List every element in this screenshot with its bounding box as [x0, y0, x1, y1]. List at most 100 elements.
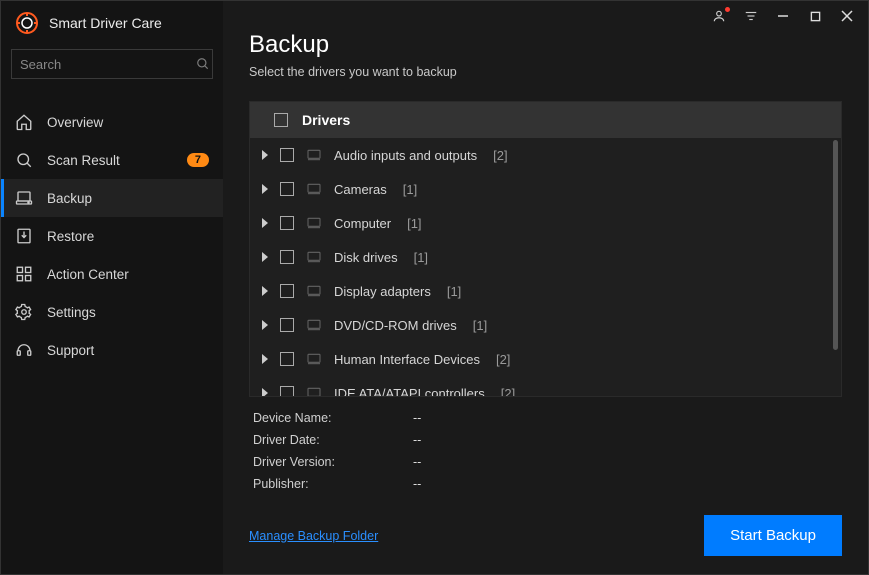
driver-category-row[interactable]: Display adapters[1]: [250, 274, 841, 308]
detail-value: --: [413, 455, 421, 469]
driver-list-body: Audio inputs and outputs[2]Cameras[1]Com…: [250, 138, 841, 396]
category-name: Display adapters: [334, 284, 431, 299]
expand-caret-icon[interactable]: [262, 354, 268, 364]
detail-row: Device Name:--: [253, 411, 838, 425]
category-count: [1]: [403, 182, 417, 197]
device-category-icon: [306, 385, 322, 396]
sidebar-item-label: Settings: [47, 305, 96, 320]
detail-row: Publisher:--: [253, 477, 838, 491]
maximize-button[interactable]: [806, 7, 824, 25]
driver-list-header: Drivers: [250, 102, 841, 138]
expand-caret-icon[interactable]: [262, 184, 268, 194]
category-checkbox[interactable]: [280, 250, 294, 264]
search-field[interactable]: [20, 57, 196, 72]
expand-caret-icon[interactable]: [262, 286, 268, 296]
footer: Manage Backup Folder Start Backup: [249, 515, 842, 556]
detail-row: Driver Version:--: [253, 455, 838, 469]
search-input[interactable]: [11, 49, 213, 79]
nav-icon: [15, 189, 33, 207]
expand-caret-icon[interactable]: [262, 150, 268, 160]
category-checkbox[interactable]: [280, 318, 294, 332]
manage-backup-folder-link[interactable]: Manage Backup Folder: [249, 529, 378, 543]
sidebar-item-restore[interactable]: Restore: [1, 217, 223, 255]
expand-caret-icon[interactable]: [262, 388, 268, 396]
nav-icon: [15, 303, 33, 321]
driver-category-row[interactable]: Computer [1]: [250, 206, 841, 240]
device-category-icon: [306, 351, 322, 367]
category-count: [1]: [407, 216, 421, 231]
app-logo-icon: [15, 11, 39, 35]
category-checkbox[interactable]: [280, 386, 294, 396]
main-content: Backup Select the drivers you want to ba…: [223, 1, 868, 574]
category-checkbox[interactable]: [280, 148, 294, 162]
sidebar-item-label: Scan Result: [47, 153, 120, 168]
driver-category-row[interactable]: Disk drives[1]: [250, 240, 841, 274]
notification-dot-icon: [725, 7, 730, 12]
category-count: [2]: [496, 352, 510, 367]
sidebar-item-label: Restore: [47, 229, 94, 244]
device-category-icon: [306, 249, 322, 265]
driver-category-row[interactable]: IDE ATA/ATAPI controllers [2]: [250, 376, 841, 396]
category-count: [2]: [501, 386, 515, 397]
nav-icon: [15, 265, 33, 283]
detail-label: Driver Version:: [253, 455, 413, 469]
nav-icon: [15, 151, 33, 169]
detail-value: --: [413, 411, 421, 425]
brand: Smart Driver Care: [1, 1, 223, 49]
category-name: Computer: [334, 216, 391, 231]
detail-label: Driver Date:: [253, 433, 413, 447]
category-name: Human Interface Devices: [334, 352, 480, 367]
expand-caret-icon[interactable]: [262, 320, 268, 330]
device-category-icon: [306, 283, 322, 299]
category-checkbox[interactable]: [280, 182, 294, 196]
driver-category-row[interactable]: Audio inputs and outputs[2]: [250, 138, 841, 172]
driver-details: Device Name:--Driver Date:--Driver Versi…: [249, 397, 842, 505]
page-title: Backup: [249, 31, 842, 59]
scrollbar-thumb[interactable]: [833, 140, 838, 350]
category-count: [1]: [414, 250, 428, 265]
device-category-icon: [306, 215, 322, 231]
close-button[interactable]: [838, 7, 856, 25]
nav-icon: [15, 341, 33, 359]
expand-caret-icon[interactable]: [262, 252, 268, 262]
detail-label: Device Name:: [253, 411, 413, 425]
search-container: [1, 49, 223, 97]
sidebar-nav: OverviewScan Result7 Backup Restore Action …: [1, 97, 223, 369]
expand-caret-icon[interactable]: [262, 218, 268, 228]
driver-category-row[interactable]: Cameras [1]: [250, 172, 841, 206]
driver-list-header-label: Drivers: [302, 112, 350, 128]
category-name: IDE ATA/ATAPI controllers: [334, 386, 485, 397]
account-icon[interactable]: [710, 7, 728, 25]
category-checkbox[interactable]: [280, 352, 294, 366]
start-backup-button[interactable]: Start Backup: [704, 515, 842, 556]
minimize-button[interactable]: [774, 7, 792, 25]
sidebar-item-action-center[interactable]: Action Center: [1, 255, 223, 293]
sidebar-item-settings[interactable]: Settings: [1, 293, 223, 331]
detail-value: --: [413, 433, 421, 447]
category-count: [1]: [473, 318, 487, 333]
driver-category-row[interactable]: Human Interface Devices [2]: [250, 342, 841, 376]
detail-label: Publisher:: [253, 477, 413, 491]
driver-category-row[interactable]: DVD/CD-ROM drives [1]: [250, 308, 841, 342]
category-checkbox[interactable]: [280, 284, 294, 298]
sidebar-item-support[interactable]: Support: [1, 331, 223, 369]
select-all-checkbox[interactable]: [274, 113, 288, 127]
category-name: DVD/CD-ROM drives: [334, 318, 457, 333]
app-title: Smart Driver Care: [49, 15, 162, 31]
sidebar-item-label: Backup: [47, 191, 92, 206]
category-count: [2]: [493, 148, 507, 163]
sidebar: Smart Driver Care OverviewScan Result7 Ba…: [1, 1, 223, 574]
sidebar-item-scan-result[interactable]: Scan Result7: [1, 141, 223, 179]
sidebar-item-label: Support: [47, 343, 94, 358]
app-window: Smart Driver Care OverviewScan Result7Ba…: [0, 0, 869, 575]
device-category-icon: [306, 181, 322, 197]
detail-value: --: [413, 477, 421, 491]
sidebar-item-backup[interactable]: Backup: [1, 179, 223, 217]
sidebar-item-label: Action Center: [47, 267, 129, 282]
menu-icon[interactable]: [742, 7, 760, 25]
detail-row: Driver Date:--: [253, 433, 838, 447]
category-checkbox[interactable]: [280, 216, 294, 230]
driver-list: Drivers Audio inputs and outputs[2]Camer…: [249, 101, 842, 397]
sidebar-item-overview[interactable]: Overview: [1, 103, 223, 141]
category-name: Cameras: [334, 182, 387, 197]
